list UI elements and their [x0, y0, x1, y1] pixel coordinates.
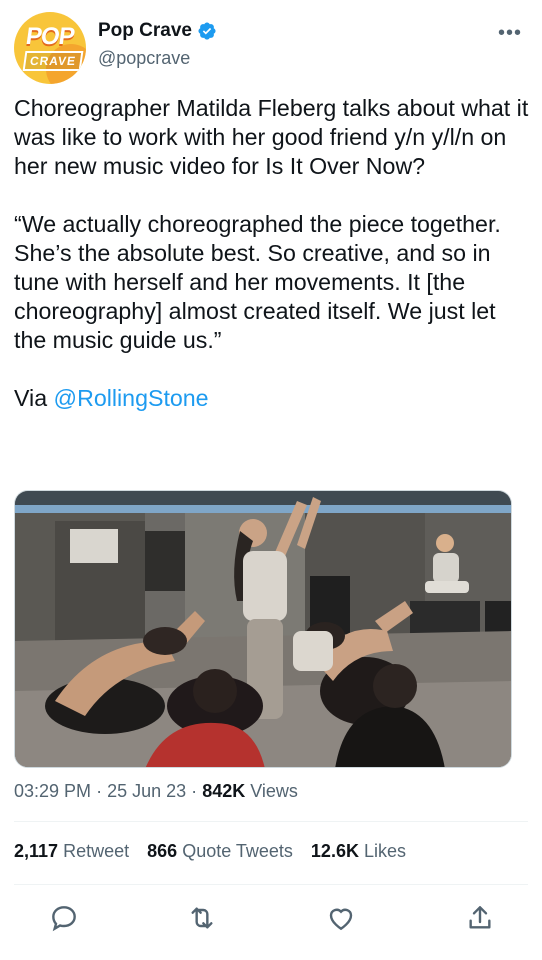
retweet-icon[interactable] [186, 902, 218, 934]
retweets-count: 2,117 [14, 841, 59, 861]
meta-separator: · [191, 781, 198, 801]
tweet-via-line: Via @RollingStone [14, 384, 534, 413]
divider [14, 821, 528, 822]
author-display-name[interactable]: Pop Crave [98, 20, 192, 42]
heart-icon[interactable] [325, 902, 357, 934]
author-handle[interactable]: @popcrave [98, 48, 217, 69]
retweets-label: Retweet [63, 841, 130, 861]
views-label: Views [250, 781, 298, 801]
avatar-logo-bottom: CRAVE [22, 51, 84, 71]
likes-stat[interactable]: 12.6K Likes [311, 841, 406, 862]
tweet-time[interactable]: 03:29 PM [14, 781, 91, 801]
tweet-paragraph-2: “We actually choreographed the piece tog… [14, 211, 501, 353]
via-prefix: Via [14, 385, 54, 411]
divider [14, 884, 528, 885]
tweet-header: POP CRAVE Pop Crave @popcrave ••• [14, 12, 528, 84]
mention-link[interactable]: @RollingStone [54, 385, 209, 411]
tweet-date[interactable]: 25 Jun 23 [107, 781, 186, 801]
likes-label: Likes [363, 841, 407, 861]
views-count: 842K [202, 781, 246, 801]
engagement-stats: 2,117 Retweet 866 Quote Tweets 12.6K Lik… [14, 841, 406, 862]
quotes-label: Quote Tweets [182, 841, 293, 861]
more-options-icon[interactable]: ••• [498, 22, 522, 45]
tweet-paragraph-1: Choreographer Matilda Fleberg talks abou… [14, 95, 529, 179]
retweets-stat[interactable]: 2,117 Retweet [14, 841, 129, 862]
quotes-count: 866 [147, 841, 178, 861]
quotes-stat[interactable]: 866 Quote Tweets [147, 841, 293, 862]
meta-separator: · [96, 781, 103, 801]
verified-badge-icon [198, 22, 216, 40]
tweet-body: Choreographer Matilda Fleberg talks abou… [14, 94, 534, 413]
avatar[interactable]: POP CRAVE [14, 12, 86, 84]
share-icon[interactable] [464, 902, 496, 934]
likes-count: 12.6K [310, 841, 359, 861]
tweet-media-photo[interactable] [14, 490, 512, 768]
reply-icon[interactable] [48, 902, 80, 934]
dance-studio-photo [15, 491, 511, 767]
author-block: Pop Crave @popcrave [98, 20, 217, 69]
tweet-meta: 03:29 PM · 25 Jun 23 · 842K Views [14, 781, 298, 802]
avatar-logo-top: POP [24, 23, 76, 50]
action-bar [14, 898, 528, 936]
